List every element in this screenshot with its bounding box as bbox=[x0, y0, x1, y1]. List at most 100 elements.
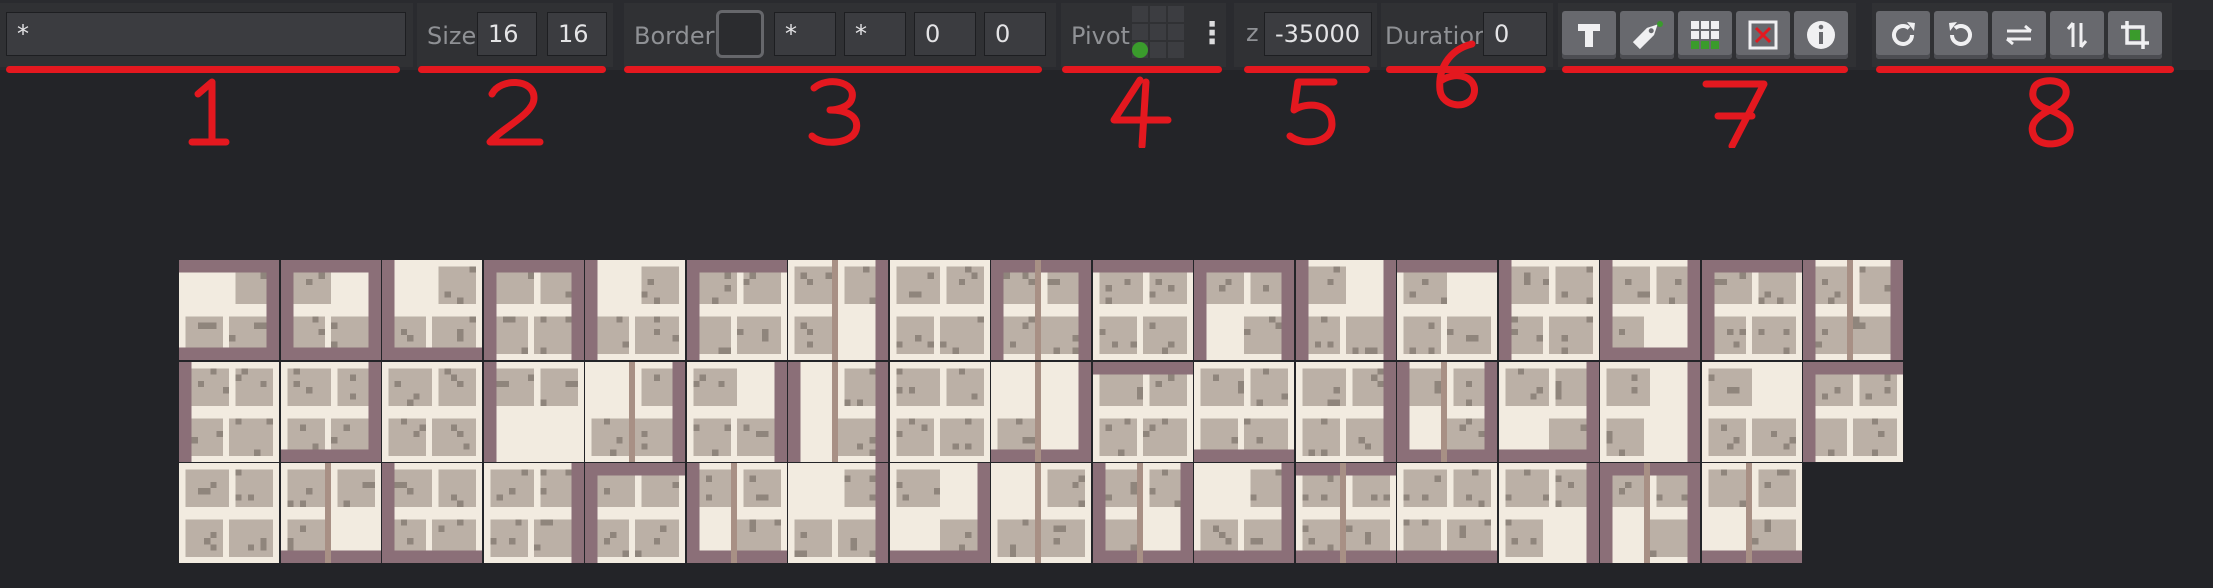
z-group: z -35000 bbox=[1234, 3, 1377, 67]
sprite-tile[interactable] bbox=[889, 260, 990, 360]
sprite-tile[interactable] bbox=[1600, 361, 1700, 462]
pivot-cell-top-left[interactable] bbox=[1132, 6, 1148, 22]
border-left-input[interactable]: * bbox=[774, 12, 836, 56]
sprite-tile[interactable] bbox=[1498, 260, 1599, 360]
sprite-tile[interactable] bbox=[1194, 463, 1294, 563]
sprite-grid bbox=[179, 260, 1904, 563]
sprite-tile[interactable] bbox=[1498, 361, 1599, 462]
flip-horizontal-icon bbox=[2006, 24, 2032, 46]
sprite-tile[interactable] bbox=[1701, 361, 1802, 462]
tag-icon bbox=[1632, 21, 1663, 50]
sprite-tile[interactable] bbox=[788, 361, 888, 462]
sprite-tile[interactable] bbox=[1600, 463, 1700, 563]
annotation-underline-2 bbox=[418, 66, 606, 73]
sprite-tile[interactable] bbox=[1397, 361, 1497, 462]
annotation-glyph-7 bbox=[1702, 80, 1768, 150]
size-width-input[interactable]: 16 bbox=[477, 12, 537, 56]
size-height-input[interactable]: 16 bbox=[547, 12, 607, 56]
sprite-tile[interactable] bbox=[382, 260, 482, 360]
info-button[interactable] bbox=[1794, 11, 1848, 59]
border-label: Border bbox=[634, 22, 715, 50]
sprite-tile[interactable] bbox=[1397, 463, 1497, 563]
sprite-tile[interactable] bbox=[179, 463, 279, 563]
sprite-tile[interactable] bbox=[1194, 361, 1294, 462]
sprite-tile[interactable] bbox=[1092, 463, 1193, 563]
annotation-number-6 bbox=[1410, 40, 1510, 112]
text-button[interactable] bbox=[1562, 11, 1616, 59]
sprite-tile[interactable] bbox=[1701, 463, 1802, 563]
name-input[interactable]: * bbox=[6, 12, 406, 56]
pivot-cell-top-center[interactable] bbox=[1150, 6, 1166, 22]
pivot-cell-top-right[interactable] bbox=[1168, 6, 1184, 22]
sprite-tile[interactable] bbox=[1803, 361, 1903, 462]
sprite-tile[interactable] bbox=[382, 463, 482, 563]
sprite-tile[interactable] bbox=[889, 361, 990, 462]
sprite-tile[interactable] bbox=[483, 463, 584, 563]
annotation-number-7 bbox=[1686, 76, 1786, 150]
pivot-menu-icon[interactable]: ⋮ bbox=[1197, 19, 1227, 49]
sprite-tile[interactable] bbox=[585, 361, 685, 462]
sprite-tile[interactable] bbox=[991, 260, 1091, 360]
border-color-swatch[interactable] bbox=[716, 10, 764, 58]
grid-icon bbox=[1691, 21, 1719, 49]
border-group: Border * * 0 0 bbox=[624, 3, 1056, 67]
rotate-ccw-button[interactable] bbox=[1934, 11, 1988, 59]
delete-button[interactable] bbox=[1736, 11, 1790, 59]
annotation-number-3 bbox=[786, 76, 886, 148]
sprite-tile[interactable] bbox=[1600, 260, 1700, 360]
sprite-tile[interactable] bbox=[1803, 260, 1903, 360]
sprite-tile[interactable] bbox=[889, 463, 990, 563]
pivot-cell-bottom-center[interactable] bbox=[1150, 42, 1166, 58]
info-icon bbox=[1807, 21, 1835, 49]
sprite-tile[interactable] bbox=[1397, 260, 1497, 360]
pivot-cell-middle-left[interactable] bbox=[1132, 24, 1148, 40]
flip-vertical-button[interactable] bbox=[2050, 11, 2104, 59]
pivot-group: Pivot ⋮ bbox=[1061, 3, 1227, 67]
annotation-glyph-1 bbox=[188, 78, 230, 146]
annotation-underline-5 bbox=[1244, 66, 1370, 73]
sprite-tile[interactable] bbox=[1498, 463, 1599, 563]
sprite-tile[interactable] bbox=[382, 361, 482, 462]
sprite-tile[interactable] bbox=[179, 361, 279, 462]
sprite-tile[interactable] bbox=[686, 260, 787, 360]
sprite-tile[interactable] bbox=[280, 260, 381, 360]
sprite-tile[interactable] bbox=[1295, 361, 1396, 462]
sprite-tile[interactable] bbox=[991, 361, 1091, 462]
sprite-tile[interactable] bbox=[1092, 361, 1193, 462]
border-right-input[interactable]: 0 bbox=[914, 12, 976, 56]
border-bottom-input[interactable]: 0 bbox=[984, 12, 1046, 56]
border-top-input[interactable]: * bbox=[844, 12, 906, 56]
z-input[interactable]: -35000 bbox=[1264, 12, 1372, 56]
sprite-tile[interactable] bbox=[585, 260, 685, 360]
pivot-selected-dot bbox=[1132, 42, 1148, 58]
sprite-tile[interactable] bbox=[991, 463, 1091, 563]
sprite-tile[interactable] bbox=[1194, 260, 1294, 360]
size-label: Size bbox=[427, 22, 477, 50]
sprite-tile[interactable] bbox=[788, 463, 888, 563]
sprite-tile[interactable] bbox=[1701, 260, 1802, 360]
sprite-tile[interactable] bbox=[686, 463, 787, 563]
sprite-tile[interactable] bbox=[483, 260, 584, 360]
sprite-tile[interactable] bbox=[788, 260, 888, 360]
sprite-tile[interactable] bbox=[1092, 260, 1193, 360]
annotation-glyph-3 bbox=[808, 78, 861, 146]
sprite-actions-group bbox=[1558, 3, 1856, 67]
sprite-tile[interactable] bbox=[280, 463, 381, 563]
sprite-tile[interactable] bbox=[1295, 260, 1396, 360]
sprite-tile[interactable] bbox=[686, 361, 787, 462]
pivot-grid[interactable] bbox=[1131, 5, 1185, 59]
sprite-tile[interactable] bbox=[483, 361, 584, 462]
crop-button[interactable] bbox=[2108, 11, 2162, 59]
grid-button[interactable] bbox=[1678, 11, 1732, 59]
sprite-tile[interactable] bbox=[1295, 463, 1396, 563]
pivot-cell-center[interactable] bbox=[1150, 24, 1166, 40]
annotation-underline-4 bbox=[1062, 66, 1222, 73]
flip-horizontal-button[interactable] bbox=[1992, 11, 2046, 59]
tag-button[interactable] bbox=[1620, 11, 1674, 59]
sprite-tile[interactable] bbox=[280, 361, 381, 462]
pivot-cell-bottom-right[interactable] bbox=[1168, 42, 1184, 58]
rotate-cw-button[interactable] bbox=[1876, 11, 1930, 59]
sprite-tile[interactable] bbox=[179, 260, 279, 360]
pivot-cell-middle-right[interactable] bbox=[1168, 24, 1184, 40]
sprite-tile[interactable] bbox=[585, 463, 685, 563]
